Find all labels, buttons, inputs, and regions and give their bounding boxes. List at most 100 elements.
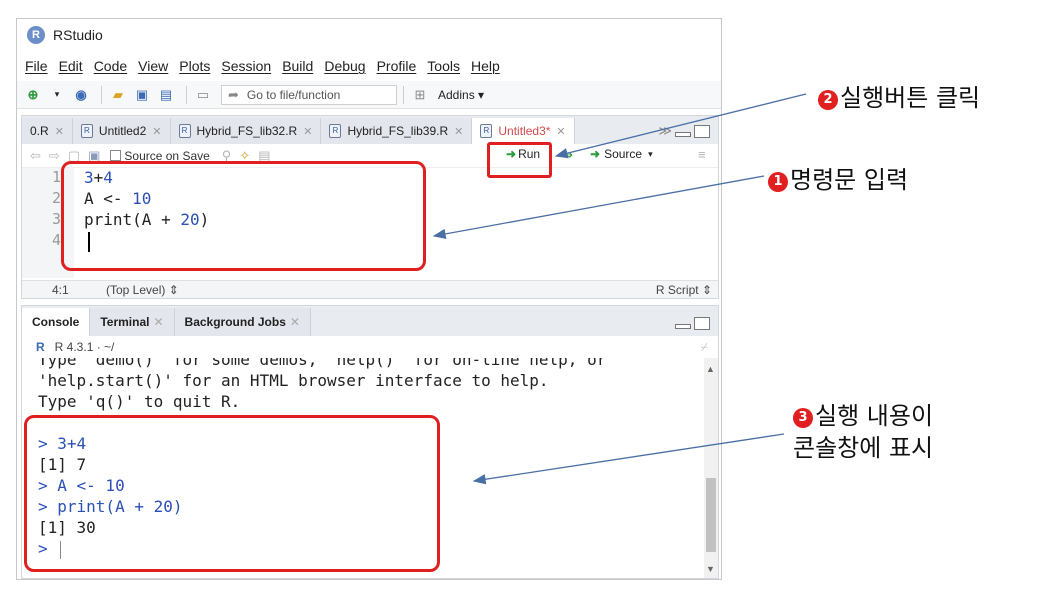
r-file-icon: R xyxy=(329,124,342,138)
line-number: 2 xyxy=(52,189,62,207)
clear-console-broom-icon[interactable]: ⌿ xyxy=(701,340,708,355)
save-all-icon[interactable]: ▤ xyxy=(156,85,176,105)
console-scrollbar[interactable]: ▲ ▼ xyxy=(704,358,718,578)
addins-menu[interactable]: Addins ▾ xyxy=(438,88,484,102)
annotation-text: 실행버튼 클릭 xyxy=(840,84,981,112)
maximize-pane-icon[interactable] xyxy=(694,124,710,138)
menu-plots[interactable]: Plots xyxy=(179,58,210,74)
scroll-up-icon[interactable]: ▲ xyxy=(706,364,715,374)
goto-arrow-icon: ➦ xyxy=(228,86,239,102)
forward-arrow-icon[interactable]: ⇨ xyxy=(49,148,60,164)
menu-tools[interactable]: Tools xyxy=(427,58,460,74)
pane-controls: ≫ xyxy=(658,118,718,144)
minimize-pane-icon[interactable] xyxy=(675,324,691,329)
console-tabs: Console Terminal ✕ Background Jobs ✕ xyxy=(22,306,718,336)
close-icon[interactable]: ✕ xyxy=(290,315,300,329)
highlight-console-box xyxy=(24,415,440,572)
line-number: 4 xyxy=(52,231,62,249)
line-number: 3 xyxy=(52,210,62,228)
annotation-step-3: 3 실행 내용이 콘솔창에 표시 xyxy=(793,400,933,464)
goto-placeholder: Go to file/function xyxy=(246,87,341,102)
print-icon[interactable]: ▭ xyxy=(193,85,213,105)
cursor-position: 4:1 xyxy=(52,282,69,297)
tab-hybrid-fs-lib39[interactable]: R Hybrid_FS_lib39.R ✕ xyxy=(321,118,473,144)
tab-console[interactable]: Console xyxy=(22,308,91,336)
r-file-icon: R xyxy=(480,124,493,138)
menu-help[interactable]: Help xyxy=(471,58,500,74)
annotation-step-2: 2 실행버튼 클릭 xyxy=(818,78,980,113)
tab-label: Console xyxy=(32,315,80,329)
tab-untitled2[interactable]: R Untitled2 ✕ xyxy=(72,118,171,144)
source-arrow-icon: ➜ xyxy=(590,147,601,161)
file-type-label: R Script xyxy=(655,282,699,297)
goto-file-input[interactable]: ➦ Go to file/function xyxy=(221,84,397,105)
annotation-text: 콘솔창에 표시 xyxy=(793,434,934,462)
tab-terminal[interactable]: Terminal ✕ xyxy=(90,308,175,336)
open-folder-icon[interactable]: ▰ xyxy=(108,85,128,105)
pane-layout-icon[interactable]: ⊞ xyxy=(410,85,430,105)
scope-label: (Top Level) xyxy=(106,282,166,297)
r-file-icon: R xyxy=(80,124,93,138)
close-icon[interactable]: ✕ xyxy=(303,125,312,138)
new-project-icon[interactable]: ◉ xyxy=(71,85,91,105)
console-line: 'help.start()' for an HTML browser inter… xyxy=(38,371,549,390)
step-number-badge: 3 xyxy=(793,408,813,428)
file-type-selector[interactable]: R Script ⇕ xyxy=(656,283,712,297)
close-icon[interactable]: ✕ xyxy=(454,125,463,138)
close-icon[interactable]: ✕ xyxy=(152,125,161,138)
menu-bar: File Edit Code View Plots Session Build … xyxy=(17,55,721,77)
r-version-path: R 4.3.1 · ~/ xyxy=(54,340,115,354)
scroll-down-icon[interactable]: ▼ xyxy=(706,564,715,574)
toolbar-divider xyxy=(186,85,187,104)
menu-file[interactable]: File xyxy=(25,58,48,74)
close-icon[interactable]: ✕ xyxy=(153,315,163,329)
menu-profile[interactable]: Profile xyxy=(377,58,417,74)
console-line: Type 'demo()' for some demos, 'help()' f… xyxy=(38,358,607,369)
menu-build[interactable]: Build xyxy=(282,58,313,74)
menu-view[interactable]: View xyxy=(138,58,168,74)
close-icon[interactable]: ✕ xyxy=(55,125,64,138)
line-number: 1 xyxy=(52,168,62,186)
console-info-bar: R R 4.3.1 · ~/ ⌿ xyxy=(22,336,718,358)
editor-status-bar: 4:1 (Top Level) ⇕ R Script ⇕ xyxy=(22,280,718,298)
window-title: RStudio xyxy=(53,27,103,43)
tab-label: Terminal xyxy=(100,315,150,329)
title-bar: R RStudio xyxy=(17,19,721,51)
rstudio-logo-icon: R xyxy=(27,26,45,44)
step-number-badge: 1 xyxy=(768,171,788,192)
step-number-badge: 2 xyxy=(818,89,838,110)
new-file-icon[interactable]: ⊕ xyxy=(23,85,43,105)
scroll-thumb[interactable] xyxy=(706,478,716,552)
more-tabs-icon[interactable]: ≫ xyxy=(658,123,672,139)
tab-background-jobs[interactable]: Background Jobs ✕ xyxy=(174,308,311,336)
maximize-pane-icon[interactable] xyxy=(694,316,710,330)
menu-debug[interactable]: Debug xyxy=(324,58,365,74)
tab-hybrid-fs-lib32[interactable]: R Hybrid_FS_lib32.R ✕ xyxy=(170,118,322,144)
r-logo-icon: R xyxy=(36,340,45,354)
dropdown-arrow-icon[interactable]: ▾ xyxy=(648,149,653,160)
rerun-icon[interactable]: ⇛ xyxy=(562,147,573,163)
menu-code[interactable]: Code xyxy=(94,58,127,74)
menu-edit[interactable]: Edit xyxy=(59,58,83,74)
toolbar-divider xyxy=(403,85,404,104)
minimize-pane-icon[interactable] xyxy=(675,132,691,137)
toolbar-divider xyxy=(101,85,102,104)
tab-label: Hybrid_FS_lib32.R xyxy=(196,124,298,138)
back-arrow-icon[interactable]: ⇦ xyxy=(30,148,41,164)
highlight-run-box xyxy=(487,142,552,178)
dropdown-arrow-icon[interactable]: ▾ xyxy=(47,85,67,105)
close-icon[interactable]: ✕ xyxy=(556,125,565,138)
console-line: Type 'q()' to quit R. xyxy=(38,392,241,411)
tab-label: Hybrid_FS_lib39.R xyxy=(347,124,449,138)
tab-label: Untitled2 xyxy=(98,124,147,138)
main-toolbar: ⊕ ▾ ◉ ▰ ▣ ▤ ▭ ➦ Go to file/function ⊞ Ad… xyxy=(17,81,721,109)
tab-untitled3[interactable]: R Untitled3* ✕ xyxy=(472,118,575,144)
save-icon[interactable]: ▣ xyxy=(132,85,152,105)
source-button[interactable]: ➜ Source ▾ xyxy=(590,147,653,161)
tab-0r[interactable]: 0.R ✕ xyxy=(22,118,73,144)
source-on-save-checkbox[interactable] xyxy=(110,150,122,161)
outline-icon[interactable]: ≡ xyxy=(698,147,706,162)
scope-selector[interactable]: (Top Level) ⇕ xyxy=(106,283,179,297)
menu-session[interactable]: Session xyxy=(221,58,271,74)
pane-controls xyxy=(672,310,718,336)
